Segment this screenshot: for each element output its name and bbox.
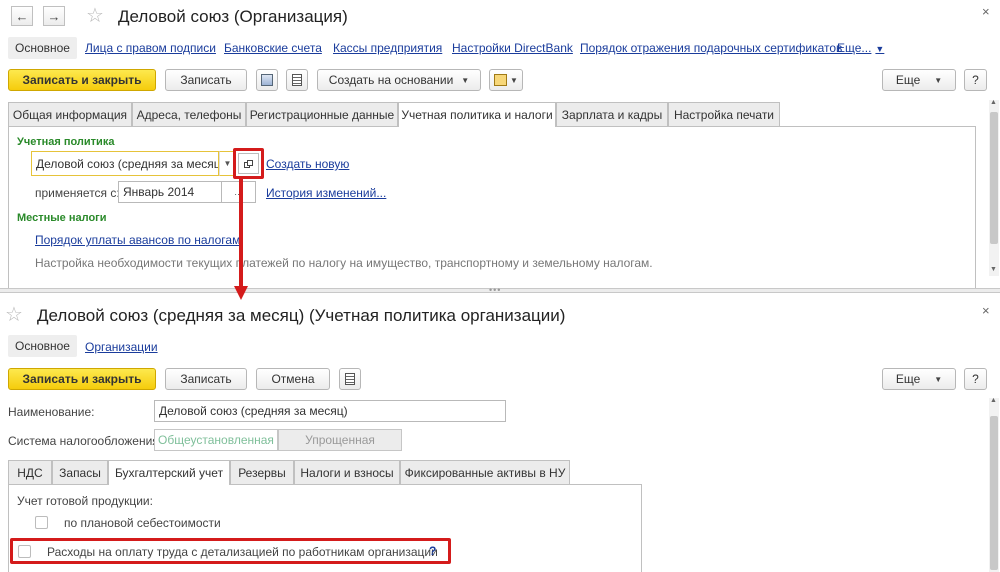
finished-products-label: Учет готовой продукции: [17, 494, 153, 508]
labor-costs-help-icon[interactable]: ? [429, 544, 436, 558]
tab-addresses[interactable]: Адреса, телефоны [132, 102, 246, 126]
accounting-policy-section-title: Учетная политика [17, 136, 115, 148]
favorite-star-icon[interactable]: ☆ [86, 3, 104, 28]
arrow-right-icon: → [47, 8, 61, 24]
save-label: Записать [180, 73, 232, 87]
cancel-button[interactable]: Отмена [256, 368, 330, 390]
list-button[interactable] [339, 368, 361, 390]
labor-costs-checkbox[interactable] [18, 545, 31, 558]
tab-salary[interactable]: Зарплата и кадры [556, 102, 668, 126]
scroll-up-arrow-icon[interactable]: ▲ [990, 99, 997, 106]
tab-fixed-assets[interactable]: Фиксированные активы в НУ [400, 460, 570, 484]
labor-costs-label: Расходы на оплату труда с детализацией п… [47, 545, 438, 559]
close-icon[interactable]: × [982, 303, 990, 318]
save-and-close-label: Записать и закрыть [22, 372, 142, 386]
window-title: Деловой союз (Организация) [118, 7, 348, 26]
tab-reserves[interactable]: Резервы [230, 460, 294, 484]
name-field[interactable]: Деловой союз (средняя за месяц) [154, 400, 506, 422]
chevron-down-icon: ▼ [875, 44, 885, 54]
more-button[interactable]: Еще ▼ [882, 368, 956, 390]
more-label: Еще [895, 372, 921, 386]
help-label: ? [972, 372, 979, 386]
help-label: ? [972, 73, 979, 87]
document-list-icon [345, 373, 355, 385]
tab-accounting[interactable]: Бухгалтерский учет [108, 460, 230, 485]
report-button[interactable] [256, 69, 278, 91]
local-taxes-section-title: Местные налоги [17, 212, 107, 224]
highlight-connector-arrow [234, 178, 248, 300]
name-label: Наименование: [8, 405, 95, 419]
create-based-on-label: Создать на основании [328, 73, 454, 87]
planned-cost-label: по плановой себестоимости [64, 516, 221, 530]
tab-registration[interactable]: Регистрационные данные [246, 102, 398, 126]
applies-from-field[interactable]: Январь 2014 [118, 181, 222, 203]
tab-taxes-contributions[interactable]: Налоги и взносы [294, 460, 400, 484]
close-icon[interactable]: × [982, 4, 990, 19]
open-form-icon [243, 159, 254, 168]
favorite-star-icon[interactable]: ☆ [5, 302, 23, 327]
nav-cash-desks-link[interactable]: Кассы предприятия [333, 41, 442, 55]
accounting-policy-field[interactable]: Деловой союз (средняя за месяц) [31, 151, 219, 176]
dropdown-arrow-icon: ▼ [223, 159, 232, 168]
nav-organizations-link[interactable]: Организации [85, 340, 158, 354]
dropdown-arrow-icon: ▼ [461, 75, 470, 85]
bottom-scrollbar-thumb[interactable] [990, 416, 998, 570]
nav-bank-accounts-link[interactable]: Банковские счета [224, 41, 322, 55]
cancel-label: Отмена [271, 372, 315, 386]
nav-more-label: Еще... [837, 41, 872, 55]
scroll-up-arrow-icon[interactable]: ▲ [990, 397, 997, 404]
tab-inventory[interactable]: Запасы [52, 460, 108, 484]
create-based-on-button[interactable]: Создать на основании ▼ [317, 69, 481, 91]
arrow-left-icon: ← [15, 8, 29, 24]
save-and-close-button[interactable]: Записать и закрыть [8, 368, 156, 390]
history-link[interactable]: История изменений... [266, 186, 386, 200]
forward-button[interactable]: → [43, 6, 65, 26]
tax-system-general-option[interactable]: Общеустановленная [154, 429, 278, 451]
local-taxes-note: Настройка необходимости текущих платежей… [35, 256, 653, 270]
applies-from-label: применяется с: [35, 186, 120, 200]
save-and-close-button[interactable]: Записать и закрыть [8, 69, 156, 91]
report-icon [261, 74, 273, 86]
tax-system-label: Система налогообложения: [8, 434, 163, 448]
dropdown-arrow-icon: ▼ [934, 374, 943, 384]
help-button[interactable]: ? [964, 368, 987, 390]
organization-window: ← → ☆ Деловой союз (Организация) × Основ… [0, 0, 1000, 288]
window-title: Деловой союз (средняя за месяц) (Учетная… [37, 306, 566, 325]
save-button[interactable]: Записать [165, 368, 247, 390]
save-button[interactable]: Записать [165, 69, 247, 91]
tax-system-simplified-option[interactable]: Упрощенная [278, 429, 402, 451]
dropdown-arrow-icon: ▼ [934, 75, 943, 85]
tab-accounting-policy[interactable]: Учетная политика и налоги [398, 102, 556, 127]
tab-general-info[interactable]: Общая информация [8, 102, 132, 126]
print-button[interactable]: ▼ [489, 69, 523, 91]
nav-directbank-link[interactable]: Настройки DirectBank [452, 41, 573, 55]
list-button[interactable] [286, 69, 308, 91]
save-and-close-label: Записать и закрыть [22, 73, 142, 87]
dropdown-arrow-icon: ▼ [510, 75, 518, 85]
more-button[interactable]: Еще ▼ [882, 69, 956, 91]
top-scrollbar-thumb[interactable] [990, 112, 998, 244]
more-label: Еще [895, 73, 921, 87]
nav-more-link[interactable]: Еще... ▼ [837, 41, 884, 55]
document-list-icon [292, 74, 302, 86]
scroll-down-arrow-icon[interactable]: ▼ [990, 266, 997, 273]
save-label: Записать [180, 372, 232, 386]
nav-signers-link[interactable]: Лица с правом подписи [85, 41, 216, 55]
help-button[interactable]: ? [964, 69, 987, 91]
advance-payment-order-link[interactable]: Порядок уплаты авансов по налогам [35, 233, 240, 247]
create-new-policy-link[interactable]: Создать новую [266, 157, 349, 171]
policy-window: ☆ Деловой союз (средняя за месяц) (Учетн… [0, 293, 1000, 572]
tab-vat[interactable]: НДС [8, 460, 52, 484]
nav-main-current[interactable]: Основное [8, 335, 77, 357]
back-button[interactable]: ← [11, 6, 33, 26]
tab-print-settings[interactable]: Настройка печати [668, 102, 780, 126]
nav-main-current[interactable]: Основное [8, 37, 77, 59]
open-policy-button[interactable] [238, 153, 259, 174]
planned-cost-checkbox[interactable] [35, 516, 48, 529]
print-icon [494, 74, 508, 86]
nav-gift-cards-link[interactable]: Порядок отражения подарочных сертификато… [580, 41, 842, 55]
